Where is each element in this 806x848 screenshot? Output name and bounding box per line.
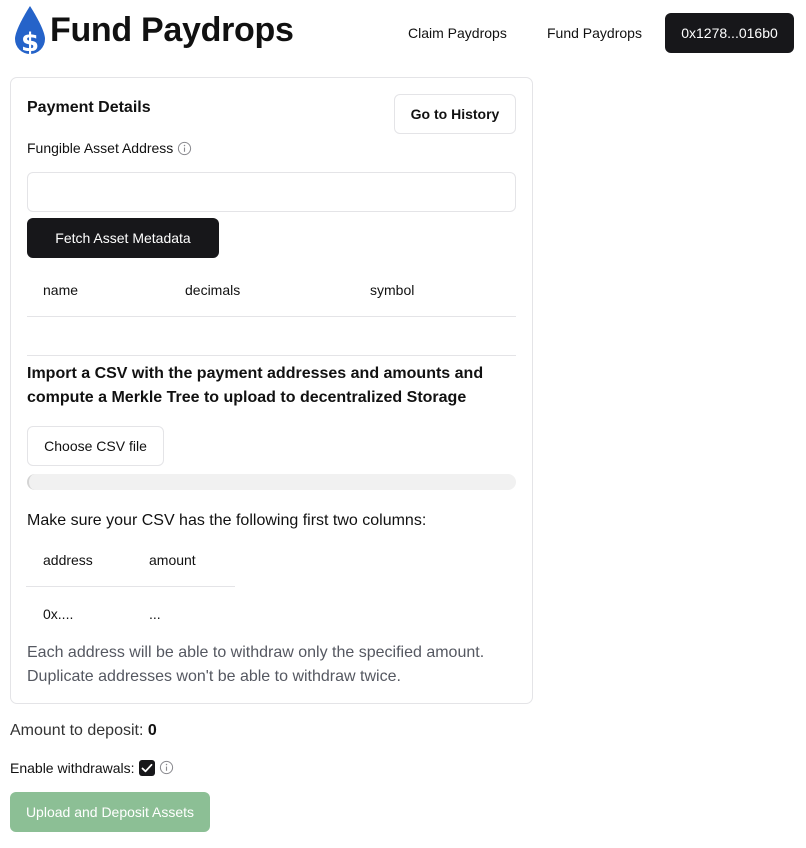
nav-fund-paydrops[interactable]: Fund Paydrops — [547, 14, 642, 52]
upload-and-deposit-button[interactable]: Upload and Deposit Assets — [10, 792, 210, 832]
csv-column-address: address — [43, 552, 93, 568]
nav-claim-paydrops[interactable]: Claim Paydrops — [408, 14, 507, 52]
asset-address-input[interactable] — [27, 172, 516, 212]
amount-to-deposit: Amount to deposit: 0 — [10, 722, 157, 740]
csv-section-heading: Import a CSV with the payment addresses … — [27, 365, 484, 406]
wallet-address-button[interactable]: 0x1278...016b0 — [665, 13, 794, 53]
payment-details-card: Payment Details Go to History Fungible A… — [10, 77, 533, 704]
droplet-dollar-icon: $ — [15, 6, 45, 57]
metadata-column-name: name — [43, 282, 79, 298]
metadata-column-decimals: decimals — [185, 282, 241, 298]
section-divider — [27, 355, 516, 356]
enable-withdrawals-label: Enable withdrawals: — [10, 760, 135, 776]
svg-text:$: $ — [21, 28, 39, 57]
upload-progress-bar — [27, 474, 516, 490]
table-divider — [27, 316, 516, 317]
csv-columns-hint: Make sure your CSV has the following fir… — [27, 512, 427, 529]
choose-csv-file-button[interactable]: Choose CSV file — [27, 426, 164, 466]
withdraw-note: Each address will be able to withdraw on… — [27, 644, 485, 685]
app-header: $ Fund Paydrops Claim Paydrops Fund Payd… — [0, 0, 806, 66]
info-icon[interactable] — [159, 760, 174, 775]
table-divider — [26, 586, 235, 587]
info-icon[interactable] — [177, 141, 192, 156]
csv-column-amount: amount — [149, 552, 196, 568]
deposit-label: Amount to deposit: — [10, 722, 144, 739]
metadata-column-symbol: symbol — [370, 282, 415, 298]
csv-example-amount: ... — [149, 606, 161, 622]
csv-example-address: 0x.... — [43, 606, 74, 622]
enable-withdrawals-checkbox[interactable] — [139, 760, 155, 776]
asset-address-label: Fungible Asset Address — [27, 140, 174, 156]
fetch-asset-metadata-button[interactable]: Fetch Asset Metadata — [27, 218, 219, 258]
deposit-value: 0 — [147, 722, 157, 739]
go-to-history-button[interactable]: Go to History — [394, 94, 516, 134]
checkmark-icon — [141, 763, 153, 773]
app-title: Fund Paydrops — [50, 11, 294, 49]
card-title: Payment Details — [27, 99, 151, 116]
